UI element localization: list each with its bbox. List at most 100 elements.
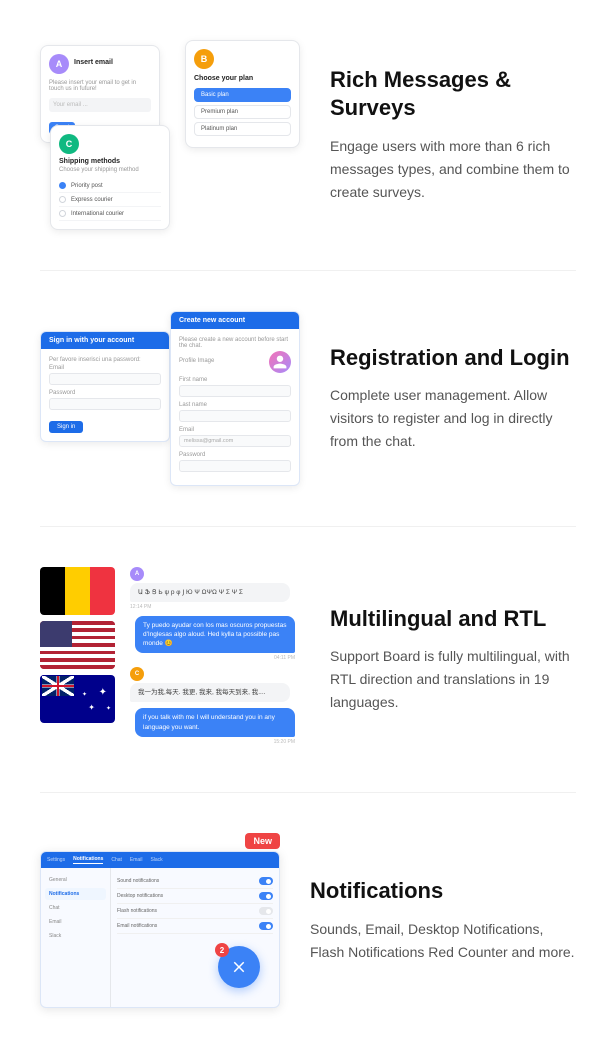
notif-s-item-0[interactable]: General	[45, 874, 106, 886]
password-input-reg[interactable]	[49, 398, 161, 410]
email-example: melissa@gmail.com	[184, 438, 233, 444]
notif-s-item-2[interactable]: Chat	[45, 902, 106, 914]
bubble-0: Ա Ֆ Ց Ь ψ р φ Ϳ Ю Ψ ΩΨΩ Ψ Σ Ψ Σ	[130, 583, 290, 602]
last-name-label: Last name	[179, 402, 291, 408]
notif-label-2: Flash notifications	[117, 908, 157, 914]
rich-messages-visual: A Insert email Please insert your email …	[40, 40, 300, 230]
last-name-input[interactable]	[179, 410, 291, 422]
notif-label-1: Desktop notifications	[117, 893, 163, 899]
first-name-input[interactable]	[179, 385, 291, 397]
float-close-button[interactable]: 2	[218, 946, 260, 988]
shipping-card: C Shipping methods Choose your shipping …	[50, 125, 170, 230]
section-multilingual: ✦ ✦ ✦ ✦ A Ա Ֆ Ց Ь ψ р φ Ϳ Ю Ψ ΩΨΩ Ψ Σ Ψ …	[0, 527, 616, 792]
email-input-mock: Your email ...	[49, 98, 151, 112]
bubble-group-0: A Ա Ֆ Ց Ь ψ р φ Ϳ Ю Ψ ΩΨΩ Ψ Σ Ψ Σ 12:14 …	[130, 567, 295, 610]
plan-card: B Choose your plan Basic plan Premium pl…	[185, 40, 300, 148]
notif-s-item-1[interactable]: Notifications	[45, 888, 106, 900]
ship-label-2: International courier	[71, 211, 124, 217]
section-registration: Registration and Login Complete user man…	[0, 271, 616, 526]
notif-toggle-0[interactable]	[259, 877, 273, 885]
bubble-3: if you talk with me I will understand yo…	[135, 708, 295, 736]
ship-dot-0	[59, 182, 66, 189]
profile-label: Profile Image	[179, 358, 214, 364]
chat-bubbles: A Ա Ֆ Ց Ь ψ р φ Ϳ Ю Ψ ΩΨΩ Ψ Σ Ψ Σ 12:14 …	[130, 567, 295, 751]
rich-messages-desc: Engage users with more than 6 rich messa…	[330, 135, 576, 204]
plan-option-1[interactable]: Premium plan	[194, 105, 291, 119]
notif-s-item-3[interactable]: Email	[45, 916, 106, 928]
rich-messages-text: Rich Messages & Surveys Engage users wit…	[330, 66, 576, 204]
plan-card-title: Choose your plan	[194, 75, 291, 82]
close-icon	[230, 958, 248, 976]
profile-img	[269, 351, 291, 373]
new-badge: New	[245, 833, 280, 849]
multilingual-text: Multilingual and RTL Support Board is fu…	[330, 605, 576, 715]
password-r-input[interactable]	[179, 460, 291, 472]
notif-toggle-3[interactable]	[259, 922, 273, 930]
rich-messages-title: Rich Messages & Surveys	[330, 66, 576, 123]
notifications-visual: New Settings Notifications Chat Email Sl…	[40, 833, 280, 1008]
notif-content: Sound notifications Desktop notification…	[111, 868, 279, 1007]
ship-label-1: Express courier	[71, 197, 113, 203]
bubble-2: 我一为我,每天. 我更, 我来, 我每天到来, 我....	[130, 683, 290, 702]
registration-title: Registration and Login	[330, 344, 576, 373]
multilingual-desc: Support Board is fully multilingual, wit…	[330, 645, 576, 714]
flag-us	[40, 621, 115, 669]
notif-row-0: Sound notifications	[117, 874, 273, 889]
bubble-avatar-0: A	[130, 567, 144, 581]
bubble-time-0: 12:14 PM	[130, 604, 295, 610]
notif-tab-4[interactable]: Slack	[150, 857, 162, 863]
notif-toggle-2[interactable]	[259, 907, 273, 915]
bubble-group-2: C 我一为我,每天. 我更, 我来, 我每天到来, 我....	[130, 667, 295, 702]
section-rich-messages: A Insert email Please insert your email …	[0, 0, 616, 270]
email-r-label: Email	[179, 427, 291, 433]
registration-desc: Complete user management. Allow visitors…	[330, 384, 576, 453]
email-input-reg[interactable]	[49, 373, 161, 385]
ship-row-1: Express courier	[59, 193, 161, 207]
plan-option-0[interactable]: Basic plan	[194, 88, 291, 102]
ship-row-2: International courier	[59, 207, 161, 221]
ship-subtitle: Choose your shipping method	[59, 167, 161, 173]
email-placeholder: Your email ...	[53, 102, 88, 108]
notif-row-1: Desktop notifications	[117, 889, 273, 904]
email-label: Email	[49, 365, 161, 371]
registration-text: Registration and Login Complete user man…	[330, 344, 576, 454]
ship-label-0: Priority post	[71, 183, 103, 189]
flags-column: ✦ ✦ ✦ ✦	[40, 567, 115, 723]
email-card-subtitle: Please insert your email to get in touch…	[49, 80, 151, 92]
bubble-group-3: if you talk with me I will understand yo…	[130, 708, 295, 744]
notifications-desc: Sounds, Email, Desktop Notifications, Fl…	[310, 918, 576, 964]
notif-tab-1[interactable]: Notifications	[73, 856, 103, 864]
register-desc: Please create a new account before start…	[179, 337, 291, 349]
email-card-title: Insert email	[74, 59, 113, 66]
flag-belgium	[40, 567, 115, 615]
notif-s-item-4[interactable]: Slack	[45, 930, 106, 942]
bubble-time-3: 15:20 PM	[130, 739, 295, 745]
ship-row-0: Priority post	[59, 179, 161, 193]
notif-tab-2[interactable]: Chat	[111, 857, 122, 863]
multilingual-title: Multilingual and RTL	[330, 605, 576, 634]
signin-card: Sign in with your account Per favore ins…	[40, 331, 170, 442]
ship-dot-1	[59, 196, 66, 203]
notif-label-3: Email notifications	[117, 923, 157, 929]
registration-visual: Sign in with your account Per favore ins…	[40, 311, 300, 486]
multilingual-visual: ✦ ✦ ✦ ✦ A Ա Ֆ Ց Ь ψ р φ Ϳ Ю Ψ ΩΨΩ Ψ Σ Ψ …	[40, 567, 300, 752]
notifications-title: Notifications	[310, 877, 576, 906]
notif-tab-0[interactable]: Settings	[47, 857, 65, 863]
password-r-label: Password	[179, 452, 291, 458]
signin-btn[interactable]: Sign in	[49, 421, 83, 433]
bubble-avatar-2: C	[130, 667, 144, 681]
bubble-group-1: Ty puedo ayudar con los mas oscuros prop…	[130, 616, 295, 661]
bubble-1: Ty puedo ayudar con los mas oscuros prop…	[135, 616, 295, 653]
notif-toggle-1[interactable]	[259, 892, 273, 900]
notif-tab-3[interactable]: Email	[130, 857, 143, 863]
register-card: Create new account Please create a new a…	[170, 311, 300, 486]
bubble-time-1: 04:11 PM	[130, 655, 295, 661]
section-notifications: Notifications Sounds, Email, Desktop Not…	[0, 793, 616, 1058]
email-r-input[interactable]: melissa@gmail.com	[179, 435, 291, 447]
float-badge: 2	[215, 943, 229, 957]
avatar-ship: C	[59, 134, 79, 154]
register-header: Create new account	[171, 312, 299, 329]
plan-option-2[interactable]: Platinum plan	[194, 122, 291, 136]
signin-header: Sign in with your account	[41, 332, 169, 349]
register-body: Please create a new account before start…	[171, 329, 299, 485]
